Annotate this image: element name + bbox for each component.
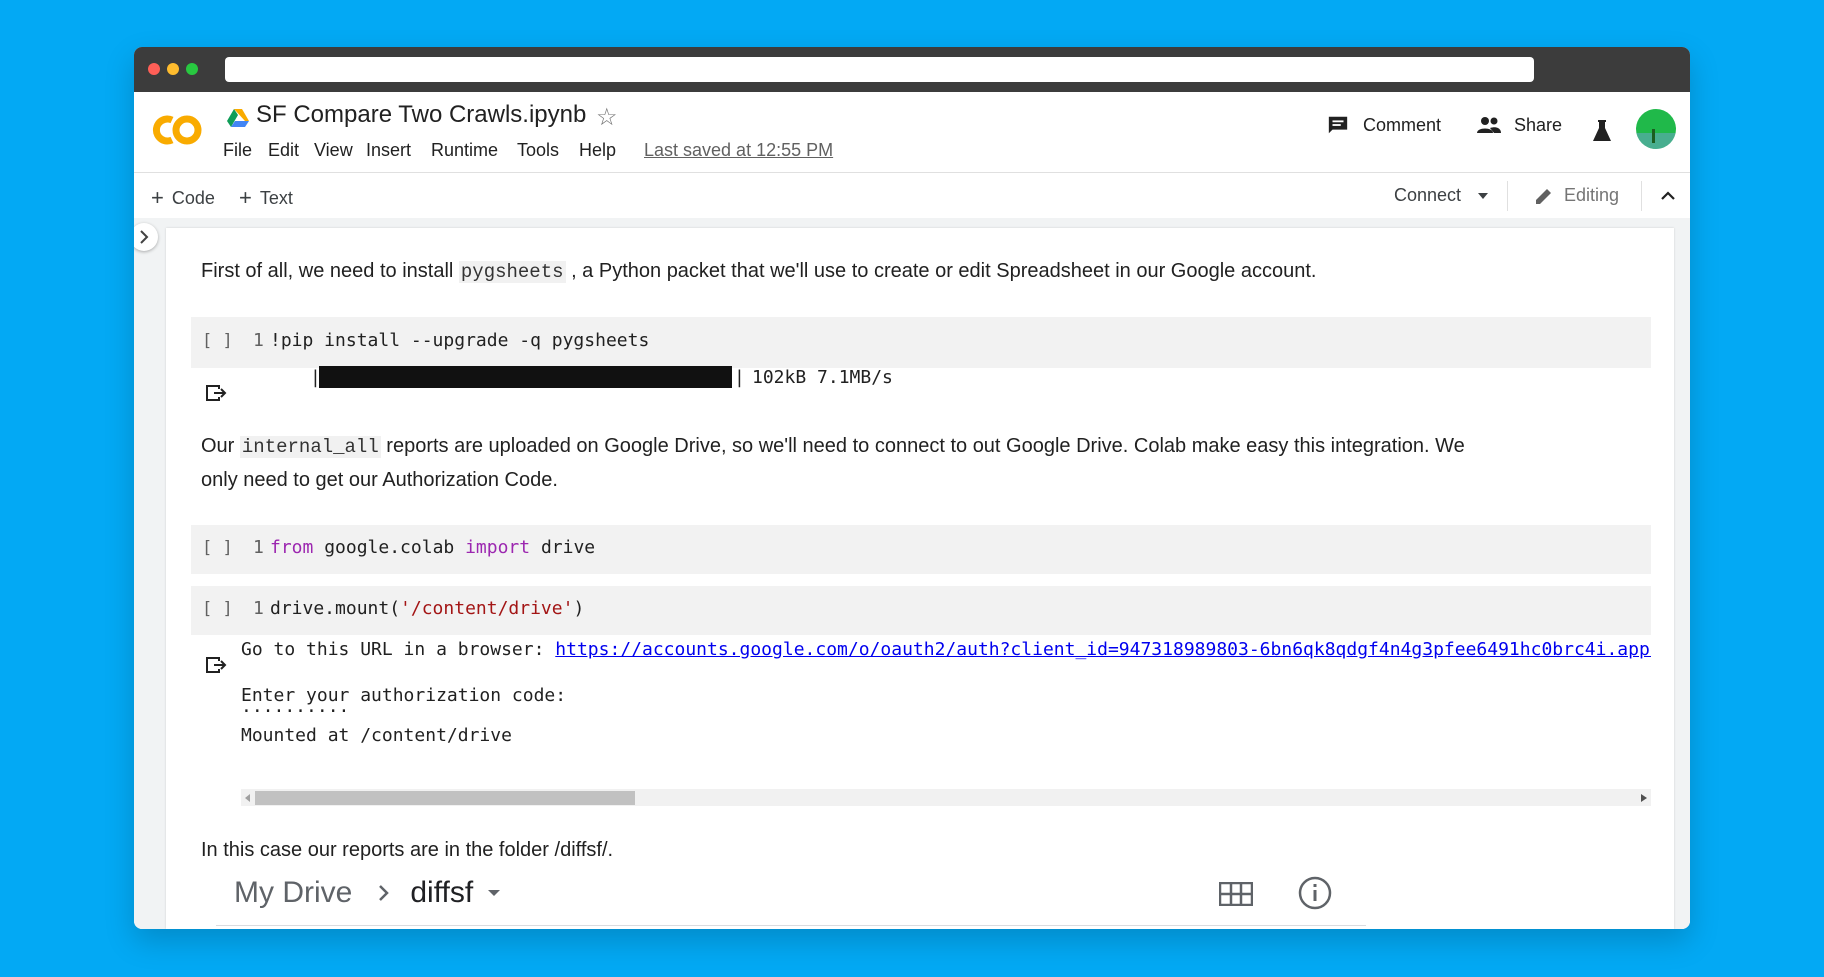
code-call: drive.mount( — [270, 598, 401, 619]
notebook: First of all, we need to install pygshee… — [166, 228, 1674, 929]
editing-mode-button[interactable]: Editing — [1534, 185, 1619, 206]
progress-stats: 102kB 7.1MB/s — [752, 367, 893, 388]
pencil-icon — [1536, 188, 1551, 204]
keyword: import — [465, 537, 531, 558]
people-icon — [1477, 117, 1501, 133]
line-number: 1 — [253, 537, 264, 558]
add-code-label: Code — [171, 187, 215, 208]
notebook-title[interactable]: SF Compare Two Crawls.ipynb — [256, 101, 586, 129]
plus-icon: + — [239, 185, 252, 210]
google-drive-icon[interactable] — [227, 108, 249, 128]
code-line[interactable]: from google.colab import drive — [270, 537, 595, 558]
drive-breadcrumb: My Drive diffsf — [234, 873, 501, 913]
menu-bar: File Edit View Insert Runtime Tools Help — [223, 140, 616, 161]
progress-bar — [319, 366, 732, 388]
connect-button[interactable]: Connect — [1394, 185, 1489, 206]
add-text-label: Text — [259, 187, 293, 208]
breadcrumb-my-drive[interactable]: My Drive — [234, 876, 352, 910]
add-text-button[interactable]: + Text — [239, 185, 293, 211]
chevron-up-icon[interactable] — [1661, 190, 1675, 200]
chevron-right-icon — [140, 230, 149, 244]
scrollbar-thumb[interactable] — [255, 791, 635, 805]
comment-button[interactable]: Comment — [1327, 114, 1441, 136]
notebook-area: First of all, we need to install pygshee… — [134, 218, 1690, 929]
maximize-window-button[interactable] — [186, 63, 198, 75]
plus-icon: + — [151, 185, 164, 210]
code-line[interactable]: drive.mount('/content/drive') — [270, 598, 584, 619]
import-name: drive — [530, 537, 596, 558]
menu-file[interactable]: File — [223, 140, 268, 161]
info-icon[interactable] — [1298, 876, 1332, 910]
text-cell-1-post: , a Python packet that we'll use to crea… — [565, 260, 1317, 282]
star-icon[interactable]: ☆ — [596, 103, 618, 132]
menu-tools[interactable]: Tools — [517, 140, 579, 161]
colab-logo[interactable] — [148, 113, 204, 147]
menu-help[interactable]: Help — [579, 140, 616, 161]
code-cell-2[interactable]: [ ] 1 from google.colab import drive — [191, 525, 1651, 574]
menu-view[interactable]: View — [314, 140, 366, 161]
text-cell-1[interactable]: First of all, we need to install pygshee… — [201, 255, 1316, 289]
last-saved-link[interactable]: Last saved at 12:55 PM — [644, 140, 833, 161]
avatar[interactable] — [1636, 109, 1676, 149]
menu-edit[interactable]: Edit — [268, 140, 314, 161]
string-literal: '/content/drive' — [400, 598, 574, 619]
share-label: Share — [1514, 114, 1563, 135]
browser-chrome — [134, 47, 1690, 92]
output-line-4: Mounted at /content/drive — [241, 725, 512, 746]
code-call-end: ) — [573, 598, 585, 619]
code-line[interactable]: !pip install --upgrade -q pygsheets — [270, 330, 649, 351]
cell-3-output: Go to this URL in a browser: https://acc… — [241, 638, 1651, 788]
output-icon — [206, 657, 227, 673]
line-number: 1 — [253, 598, 264, 619]
chevron-right-icon — [379, 885, 390, 901]
address-bar[interactable] — [225, 57, 1534, 82]
code-cell-3[interactable]: [ ] 1 drive.mount('/content/drive') — [191, 586, 1651, 635]
text-cell-2-line2: only need to get our Authorization Code. — [201, 469, 558, 491]
caret-down-icon[interactable] — [487, 889, 501, 897]
progress-right-pipe: | — [734, 367, 745, 388]
run-cell-button[interactable]: [ ] — [202, 599, 233, 619]
minimize-window-button[interactable] — [167, 63, 179, 75]
line-number: 1 — [253, 330, 264, 351]
run-cell-button[interactable]: [ ] — [202, 331, 233, 351]
inline-code: pygsheets — [458, 261, 566, 283]
text-cell-2-pre: Our — [201, 435, 240, 457]
share-button[interactable]: Share — [1476, 114, 1562, 136]
url-prompt: Go to this URL in a browser: — [241, 639, 556, 660]
output-line-1: Go to this URL in a browser: https://acc… — [241, 638, 1651, 661]
auth-url-link[interactable]: https://accounts.google.com/o/oauth2/aut… — [555, 639, 1651, 660]
run-cell-button[interactable]: [ ] — [202, 538, 233, 558]
comment-icon — [1328, 116, 1348, 134]
module-name: google.colab — [313, 537, 466, 558]
editing-label: Editing — [1564, 185, 1620, 205]
sidebar-toggle-button[interactable] — [134, 223, 158, 251]
add-code-button[interactable]: + Code — [151, 185, 215, 211]
caret-down-icon — [1478, 192, 1489, 199]
text-cell-1-pre: First of all, we need to install — [201, 260, 459, 282]
notebook-toolbar: + Code + Text Connect Editing — [134, 172, 1690, 219]
connect-label: Connect — [1394, 185, 1462, 205]
browser-window: SF Compare Two Crawls.ipynb ☆ File Edit … — [134, 47, 1690, 929]
output-icon — [206, 385, 227, 401]
comment-label: Comment — [1363, 114, 1442, 135]
keyword: from — [270, 537, 314, 558]
scroll-right-icon[interactable] — [1641, 794, 1647, 802]
output-line-3: ·········· — [241, 701, 350, 722]
menu-insert[interactable]: Insert — [366, 140, 431, 161]
flask-icon[interactable] — [1592, 120, 1612, 142]
text-cell-2[interactable]: Our internal_all reports are uploaded on… — [201, 430, 1521, 497]
scroll-left-icon[interactable] — [245, 794, 251, 802]
breadcrumb-folder[interactable]: diffsf — [410, 876, 473, 910]
drive-divider — [216, 925, 1366, 926]
menu-runtime[interactable]: Runtime — [431, 140, 517, 161]
inline-code: internal_all — [239, 436, 381, 458]
code-cell-1[interactable]: [ ] 1 !pip install --upgrade -q pygsheet… — [191, 317, 1651, 368]
close-window-button[interactable] — [148, 63, 160, 75]
text-cell-2-post: reports are uploaded on Google Drive, so… — [380, 435, 1465, 457]
horizontal-scrollbar[interactable] — [241, 789, 1651, 806]
text-cell-3[interactable]: In this case our reports are in the fold… — [201, 834, 613, 867]
grid-view-icon[interactable] — [1219, 882, 1253, 906]
